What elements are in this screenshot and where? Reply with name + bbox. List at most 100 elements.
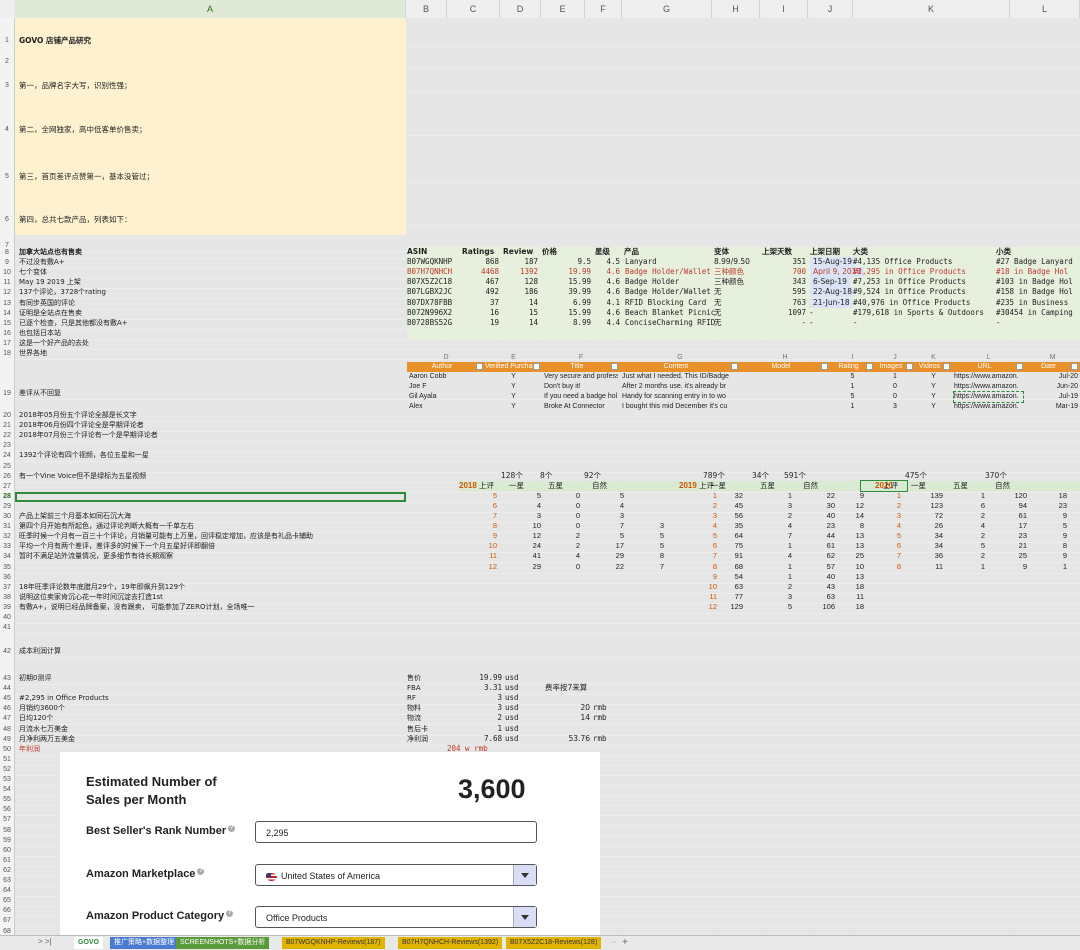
review-table-cell[interactable]: https://www.amazon. (954, 372, 1023, 382)
column-header-f[interactable]: F (585, 0, 622, 18)
row-number[interactable]: 8 (0, 249, 14, 256)
row-number[interactable]: 68 (0, 928, 14, 935)
filter-dropdown-icon[interactable] (533, 363, 540, 370)
column-header-c[interactable]: C (447, 0, 500, 18)
sheet-tab[interactable]: GOVO (74, 937, 104, 949)
column-header-k[interactable]: K (853, 0, 1010, 18)
row-number[interactable]: 25 (0, 463, 14, 470)
sheet-tab[interactable]: 推广策略+数据整理 (110, 937, 179, 949)
row-number[interactable]: 37 (0, 584, 14, 591)
add-sheet-icon[interactable]: + (618, 937, 632, 949)
chevron-down-icon[interactable] (513, 865, 536, 885)
column-header-g[interactable]: G (622, 0, 712, 18)
filter-dropdown-icon[interactable] (943, 363, 950, 370)
review-table-cell[interactable]: https://www.amazon. (954, 382, 1023, 392)
row-number[interactable]: 67 (0, 917, 14, 924)
chevron-down-icon[interactable] (513, 907, 536, 927)
row-number[interactable]: 51 (0, 756, 14, 763)
row-number[interactable]: 14 (0, 310, 14, 317)
row-number[interactable]: 50 (0, 746, 14, 753)
row-number[interactable]: 54 (0, 786, 14, 793)
column-header-a[interactable]: A (15, 0, 406, 18)
row-number[interactable]: 53 (0, 776, 14, 783)
marketplace-select[interactable]: United States of America (255, 864, 537, 886)
column-header-d[interactable]: D (500, 0, 541, 18)
row-number[interactable]: 23 (0, 442, 14, 449)
row-number[interactable]: 13 (0, 300, 14, 307)
row-number[interactable]: 31 (0, 523, 14, 530)
review-table-cell[interactable]: https://www.amazon. (954, 402, 1023, 412)
row-number[interactable]: 62 (0, 867, 14, 874)
row-number[interactable]: 19 (0, 390, 14, 397)
row-number[interactable]: 7 (0, 242, 14, 249)
row-number[interactable]: 6 (0, 216, 14, 223)
row-number[interactable]: 12 (0, 289, 14, 296)
row-number[interactable]: 43 (0, 675, 14, 682)
filter-dropdown-icon[interactable] (611, 363, 618, 370)
sheet-tab[interactable]: B07X5Z2C18-Reviews(128) (506, 937, 602, 949)
column-header-j[interactable]: J (808, 0, 853, 18)
row-number[interactable]: 26 (0, 473, 14, 480)
row-number[interactable]: 40 (0, 614, 14, 621)
row-number[interactable]: 24 (0, 452, 14, 459)
row-number[interactable]: 16 (0, 330, 14, 337)
filter-dropdown-icon[interactable] (731, 363, 738, 370)
row-number[interactable]: 18 (0, 350, 14, 357)
row-number[interactable]: 61 (0, 857, 14, 864)
row-number[interactable]: 47 (0, 715, 14, 722)
row-number[interactable]: 15 (0, 320, 14, 327)
filter-dropdown-icon[interactable] (821, 363, 828, 370)
filter-dropdown-icon[interactable] (476, 363, 483, 370)
row-number[interactable]: 44 (0, 685, 14, 692)
row-number[interactable]: 34 (0, 553, 14, 560)
row-number[interactable]: 46 (0, 705, 14, 712)
row-number[interactable]: 5 (0, 173, 14, 180)
filter-dropdown-icon[interactable] (1016, 363, 1023, 370)
column-header-e[interactable]: E (541, 0, 585, 18)
row-number[interactable]: 57 (0, 816, 14, 823)
row-number[interactable]: 17 (0, 340, 14, 347)
filter-dropdown-icon[interactable] (906, 363, 913, 370)
filter-dropdown-icon[interactable] (1071, 363, 1078, 370)
row-number[interactable]: 33 (0, 543, 14, 550)
column-header-b[interactable]: B (406, 0, 447, 18)
sheet-tab[interactable]: SCREENSHOTS+数据分析 (176, 937, 270, 949)
row-number[interactable]: 39 (0, 604, 14, 611)
bsr-input[interactable]: 2,295 (255, 821, 537, 843)
row-number[interactable]: 59 (0, 837, 14, 844)
row-number[interactable]: 35 (0, 564, 14, 571)
row-number[interactable]: 48 (0, 726, 14, 733)
active-cell[interactable] (15, 491, 406, 502)
row-number[interactable]: 63 (0, 877, 14, 884)
row-number[interactable]: 56 (0, 806, 14, 813)
row-number[interactable]: 1 (0, 37, 14, 44)
row-number[interactable]: 45 (0, 695, 14, 702)
row-number[interactable]: 41 (0, 624, 14, 631)
row-number[interactable]: 30 (0, 513, 14, 520)
row-number[interactable]: 36 (0, 574, 14, 581)
row-number[interactable]: 64 (0, 887, 14, 894)
row-number[interactable]: 65 (0, 897, 14, 904)
review-table-cell[interactable]: https://www.amazon. (953, 391, 1024, 403)
row-number[interactable]: 42 (0, 648, 14, 655)
column-header-i[interactable]: I (760, 0, 808, 18)
row-number[interactable]: 28 (0, 493, 14, 500)
category-select[interactable]: Office Products (255, 906, 537, 928)
row-number[interactable]: 49 (0, 736, 14, 743)
filter-dropdown-icon[interactable] (866, 363, 873, 370)
row-number[interactable]: 3 (0, 82, 14, 89)
row-number[interactable]: 27 (0, 483, 14, 490)
row-number[interactable]: 66 (0, 907, 14, 914)
row-number[interactable]: 11 (0, 279, 14, 286)
row-number[interactable]: 21 (0, 422, 14, 429)
row-number[interactable]: 20 (0, 412, 14, 419)
row-number[interactable]: 52 (0, 766, 14, 773)
row-number[interactable]: 32 (0, 533, 14, 540)
row-number[interactable]: 22 (0, 432, 14, 439)
row-number[interactable]: 60 (0, 847, 14, 854)
row-number[interactable]: 55 (0, 796, 14, 803)
column-header-l[interactable]: L (1010, 0, 1080, 18)
tab-scroll-icons[interactable]: > >| (38, 937, 52, 946)
row-number[interactable]: 2 (0, 58, 14, 65)
sheet-tab[interactable]: B07H7QNHCH-Reviews(1392) (398, 937, 503, 949)
